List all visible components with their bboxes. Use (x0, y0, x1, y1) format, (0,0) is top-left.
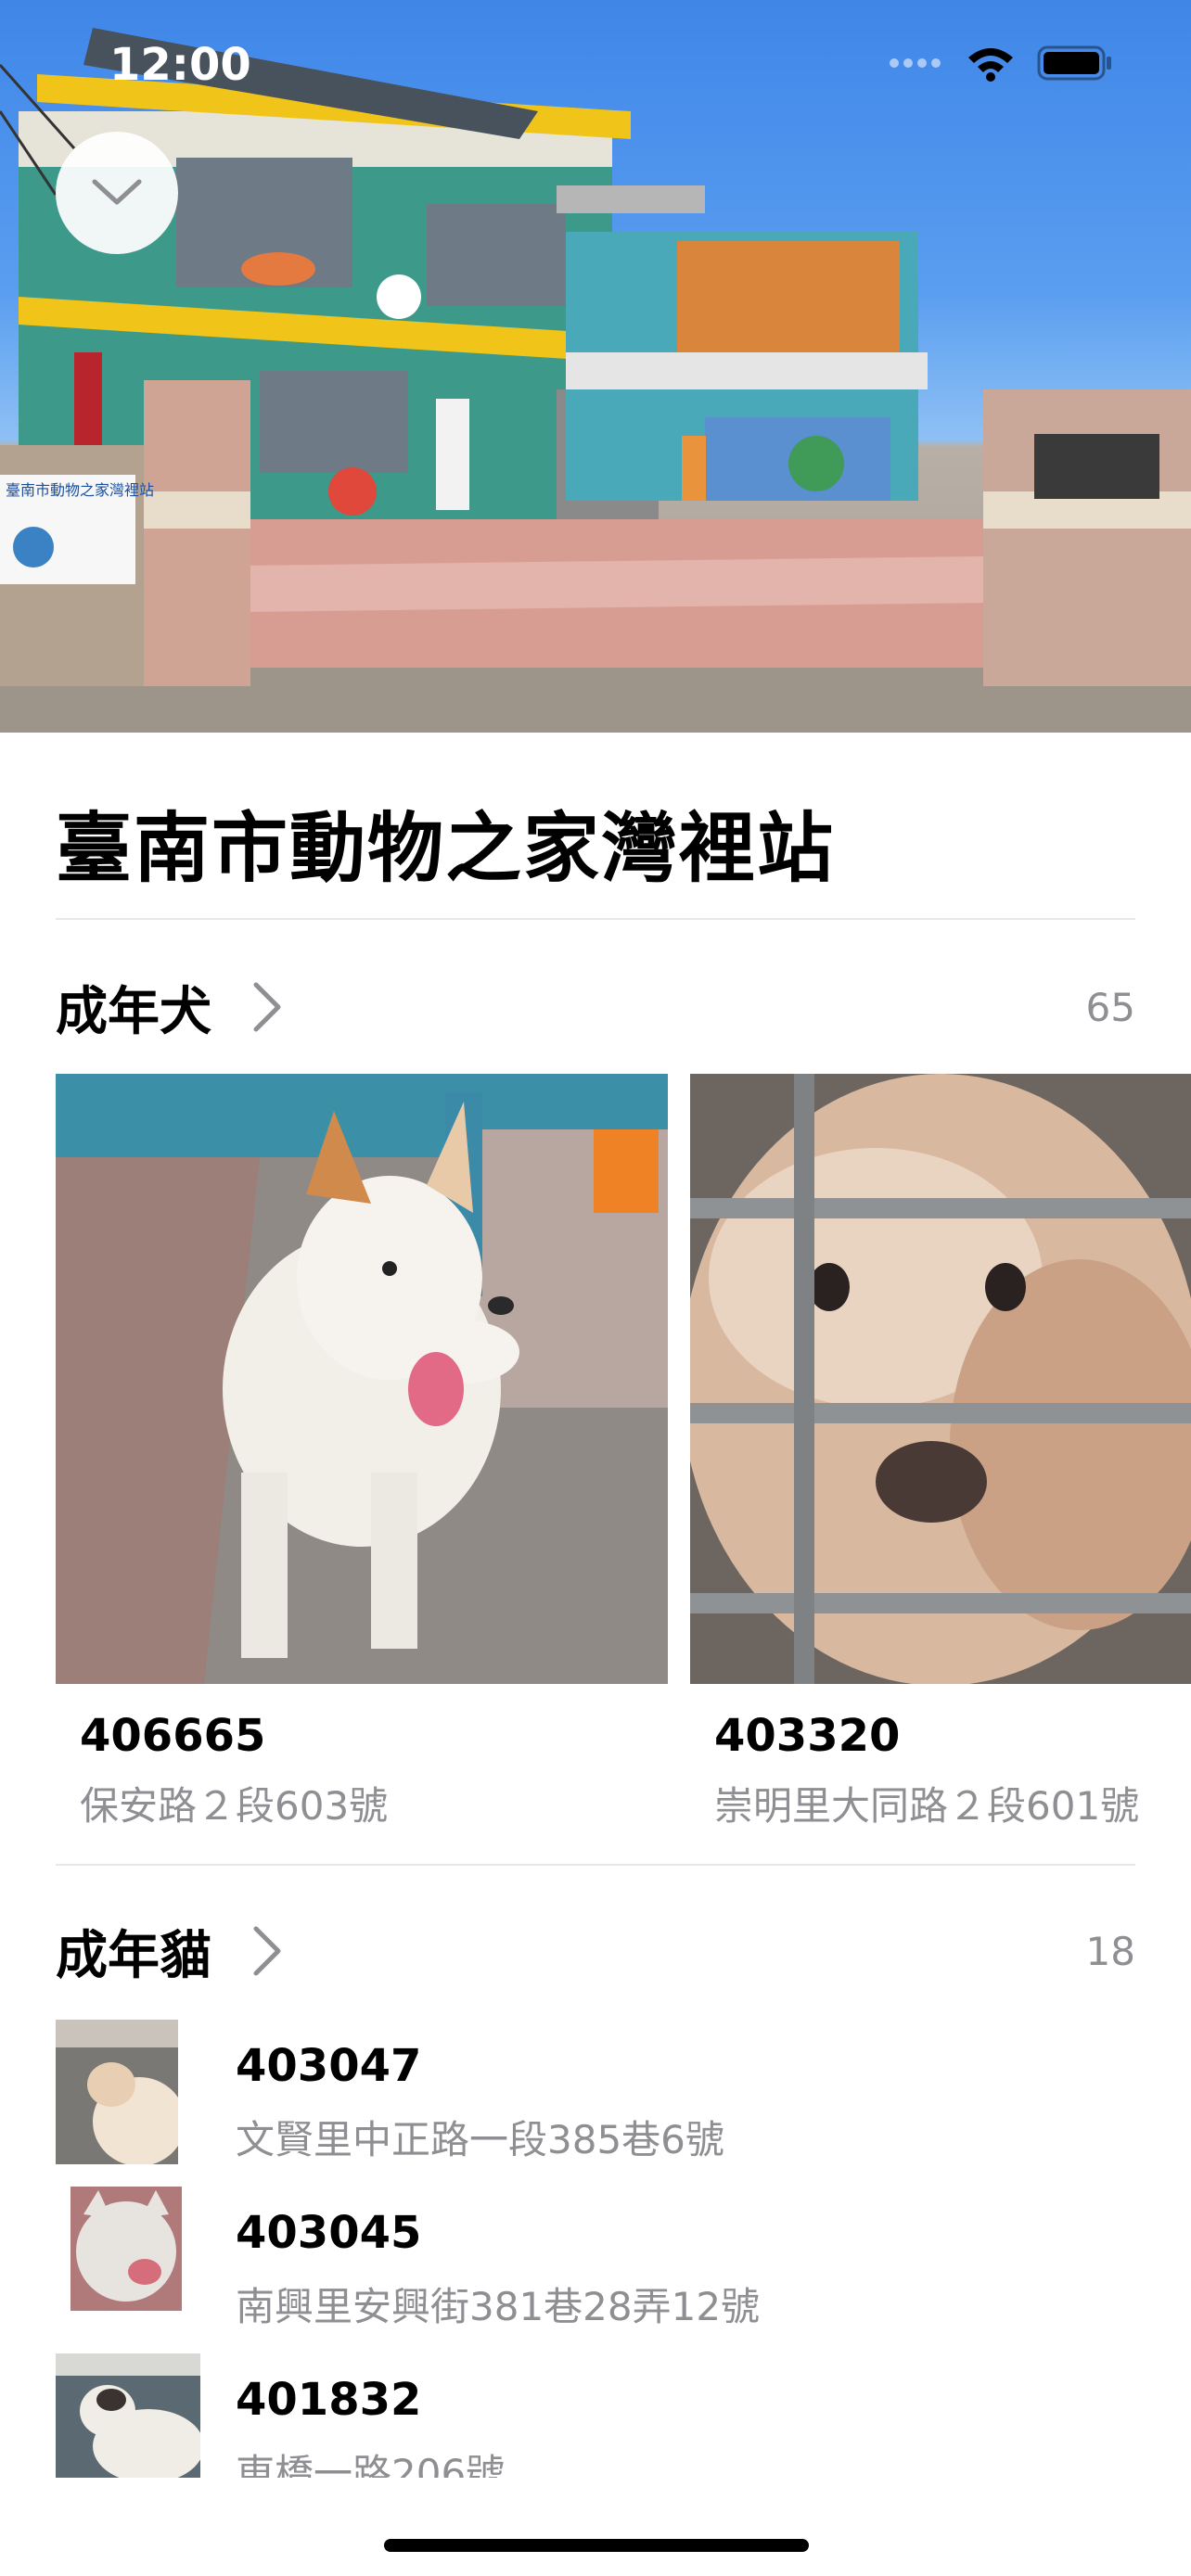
list-item[interactable]: 403047 文賢里中正路一段385巷6號 (56, 2020, 1135, 2168)
animal-address: 保安路２段603號 (80, 1783, 389, 1829)
animal-id: 403047 (236, 2040, 422, 2092)
status-bar: 12:00 (0, 0, 1191, 130)
page-title: 臺南市動物之家灣裡站 (56, 805, 836, 893)
animal-address: 崇明里大同路２段601號 (714, 1783, 1140, 1829)
animal-card[interactable]: 403320 崇明里大同路２段601號 (690, 1074, 1191, 1829)
divider (56, 918, 1135, 920)
animal-thumbnail (56, 2353, 200, 2481)
animal-photo (690, 1074, 1191, 1684)
animal-id: 401832 (236, 2374, 422, 2426)
wifi-icon (968, 48, 1013, 82)
section-title: 成年犬 (56, 981, 211, 1042)
section-header-dogs[interactable]: 成年犬 65 (56, 970, 1135, 1044)
divider (56, 1864, 1135, 1866)
animal-thumbnail (56, 2020, 178, 2164)
cellular-signal-icon (890, 58, 941, 68)
cat-photo (56, 2353, 200, 2481)
chevron-down-icon (92, 179, 142, 205)
animal-address: 南興里安興街381巷28弄12號 (236, 2284, 761, 2329)
dog-photo-poodle (690, 1074, 1191, 1684)
bottom-safe-area (0, 2478, 1191, 2576)
battery-icon (1037, 45, 1111, 81)
section-header-cats[interactable]: 成年貓 18 (56, 1914, 1135, 1988)
animal-card[interactable]: 406665 保安路２段603號 (56, 1074, 668, 1829)
status-time: 12:00 (109, 39, 251, 91)
animal-id: 403320 (714, 1710, 901, 1762)
section-count: 18 (1085, 1928, 1135, 1974)
section-count: 65 (1085, 984, 1135, 1030)
cat-photo (56, 2020, 178, 2164)
status-icons (889, 45, 1113, 82)
list-item[interactable]: 403045 南興里安興街381巷28弄12號 (56, 2187, 1135, 2335)
hero-sign-text: 臺南市動物之家灣裡站 (6, 481, 154, 499)
home-indicator[interactable] (384, 2539, 809, 2552)
animal-address: 文賢里中正路一段385巷6號 (236, 2117, 724, 2162)
animal-photo (56, 1074, 668, 1684)
chevron-right-icon (253, 1926, 281, 1976)
section-title: 成年貓 (56, 1925, 211, 1986)
animal-id: 406665 (80, 1710, 266, 1762)
cat-photo (70, 2187, 182, 2311)
animal-thumbnail (70, 2187, 182, 2331)
collapse-button[interactable] (56, 132, 178, 254)
dog-photo-white (56, 1074, 668, 1684)
chevron-right-icon (253, 982, 281, 1032)
animal-id: 403045 (236, 2207, 422, 2259)
